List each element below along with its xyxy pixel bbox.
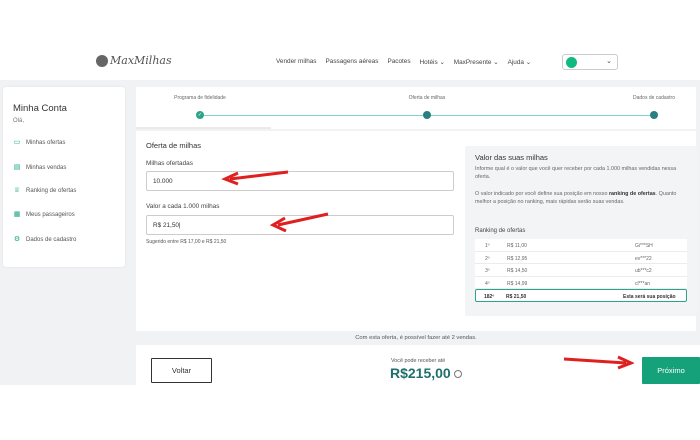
step-dot-next	[650, 111, 658, 119]
nav-passagens-aereas[interactable]: Passagens aéreas	[326, 58, 379, 66]
miles-label: Milhas ofertadas	[146, 160, 193, 167]
card-ranking-info: O valor indicado por você define sua pos…	[475, 191, 685, 206]
step-label-dados: Dados de cadastro	[633, 95, 675, 101]
nav-vender-milhas[interactable]: Vender milhas	[276, 58, 317, 66]
table-row: 4º R$ 14,99 cl***an	[475, 277, 687, 289]
rank-price: R$ 14,50	[507, 268, 528, 274]
nav-pacotes[interactable]: Pacotes	[387, 58, 410, 66]
rank-position: 3º	[485, 268, 490, 274]
form-title: Oferta de milhas	[146, 141, 202, 150]
rank-position: 182º	[484, 294, 495, 300]
card-ranking-link-text: ranking de ofertas	[608, 191, 656, 197]
rank-price: R$ 12,95	[507, 255, 528, 262]
nav-maxpresente[interactable]: MaxPresente ⌄	[454, 58, 499, 66]
earn-label: Você pode receber até	[391, 358, 446, 364]
logo-text: MaxMilhas	[110, 54, 172, 67]
sidebar-item-dados-cadastro[interactable]: ⚙ Dados de cadastro	[13, 236, 77, 243]
gear-icon: ⚙	[13, 236, 21, 243]
nav-ajuda-label: Ajuda	[507, 59, 524, 66]
table-row: 1º R$ 11,00 Gi***SH	[475, 239, 687, 252]
account-dropdown[interactable]: ⌄	[562, 54, 618, 70]
table-row: 2º R$ 12,95 ev***22	[475, 252, 687, 264]
next-button[interactable]: Próximo	[642, 357, 700, 384]
ranking-title: Ranking de ofertas	[475, 228, 526, 234]
sidebar-item-label: Ranking de ofertas	[26, 187, 77, 194]
sidebar-item-passageiros[interactable]: ▦ Meus passageiros	[13, 211, 75, 218]
step-label-programa: Programa de fidelidade	[174, 95, 226, 101]
rank-user: ev***22	[635, 255, 652, 262]
card-title: Valor das suas milhas	[475, 153, 548, 162]
rank-price: R$ 11,00	[507, 243, 527, 249]
step-label-oferta: Oferta de milhas	[408, 95, 446, 101]
check-icon: ✓	[196, 111, 204, 119]
sidebar-item-ranking[interactable]: ♕ Ranking de ofertas	[13, 187, 77, 194]
info-icon[interactable]	[454, 370, 462, 378]
logo-mark-icon	[96, 54, 108, 67]
sidebar-item-minhas-vendas[interactable]: ▤ Minhas vendas	[13, 164, 67, 171]
sidebar-item-label: Minhas ofertas	[26, 139, 66, 146]
ticket-icon: ▭	[13, 139, 21, 146]
main-nav: Vender milhas Passagens aéreas Pacotes H…	[276, 58, 531, 66]
sidebar-title: Minha Conta	[13, 103, 67, 114]
sidebar-item-label: Dados de cadastro	[26, 236, 77, 243]
user-avatar-icon	[566, 57, 577, 68]
rank-user: Gi***SH	[635, 243, 653, 249]
calendar-icon: ▦	[13, 211, 21, 218]
sidebar-item-label: Minhas vendas	[26, 164, 67, 171]
stepper-underline	[136, 127, 271, 129]
earn-value: R$215,00	[390, 365, 451, 381]
chevron-down-icon: ⌄	[606, 58, 612, 65]
chevron-down-icon: ⌄	[439, 59, 445, 66]
sidebar-greeting: Olá,	[13, 118, 25, 124]
nav-hoteis-label: Hotéis	[419, 59, 438, 66]
rank-note: Esta será sua posição	[623, 294, 676, 300]
miles-input[interactable]: 10.000	[146, 171, 454, 191]
rank-position: 4º	[485, 280, 490, 287]
sidebar-item-label: Meus passageiros	[26, 211, 75, 218]
price-label: Valor a cada 1.000 milhas	[146, 203, 220, 210]
chevron-down-icon: ⌄	[493, 59, 499, 66]
price-hint: Sugerido entre R$ 17,00 e R$ 21,50	[146, 239, 227, 245]
card-ranking-info-pre: O valor indicado por você define sua pos…	[475, 191, 609, 197]
rank-price: R$ 14,99	[507, 280, 528, 287]
rank-position: 2º	[485, 255, 490, 262]
page: MaxMilhas Vender milhas Passagens aéreas…	[0, 0, 700, 440]
nav-hoteis[interactable]: Hotéis ⌄	[420, 58, 445, 66]
nav-maxpresente-label: MaxPresente	[453, 59, 492, 66]
rank-user: cl***an	[635, 280, 651, 287]
trophy-icon: ♕	[13, 187, 21, 194]
chevron-down-icon: ⌄	[525, 59, 532, 66]
table-row: 3º R$ 14,50 ub***c2	[475, 264, 687, 277]
top-header: MaxMilhas Vender milhas Passagens aéreas…	[0, 44, 700, 80]
card-description: Informe qual é o valor que você quer rec…	[475, 166, 677, 180]
sidebar: Minha Conta Olá, ▭ Minhas ofertas ▤ Minh…	[3, 87, 125, 267]
wallet-icon: ▤	[13, 164, 21, 171]
rank-position: 1º	[485, 243, 490, 249]
rank-user: ub***c2	[635, 268, 652, 274]
sales-info-text: Com esta oferta, é possível fazer até 2 …	[355, 335, 477, 341]
annotation-arrow-icon	[563, 355, 634, 370]
rank-price: R$ 21,50	[506, 294, 527, 300]
progress-stepper: Programa de fidelidade Oferta de milhas …	[136, 87, 696, 129]
miles-value-card: Valor das suas milhas Informe qual é o v…	[465, 146, 697, 316]
sidebar-item-minhas-ofertas[interactable]: ▭ Minhas ofertas	[13, 139, 66, 146]
nav-ajuda[interactable]: Ajuda ⌄	[508, 58, 532, 66]
logo[interactable]: MaxMilhas	[96, 54, 172, 67]
my-rank-row: 182º R$ 21,50 Esta será sua posição	[475, 289, 687, 302]
back-button[interactable]: Voltar	[151, 358, 212, 383]
step-dot-current	[423, 111, 431, 119]
ranking-table: 1º R$ 11,00 Gi***SH 2º R$ 12,95 ev***22 …	[475, 239, 687, 302]
annotation-arrow-icon	[270, 212, 329, 232]
annotation-arrow-icon	[221, 170, 289, 186]
